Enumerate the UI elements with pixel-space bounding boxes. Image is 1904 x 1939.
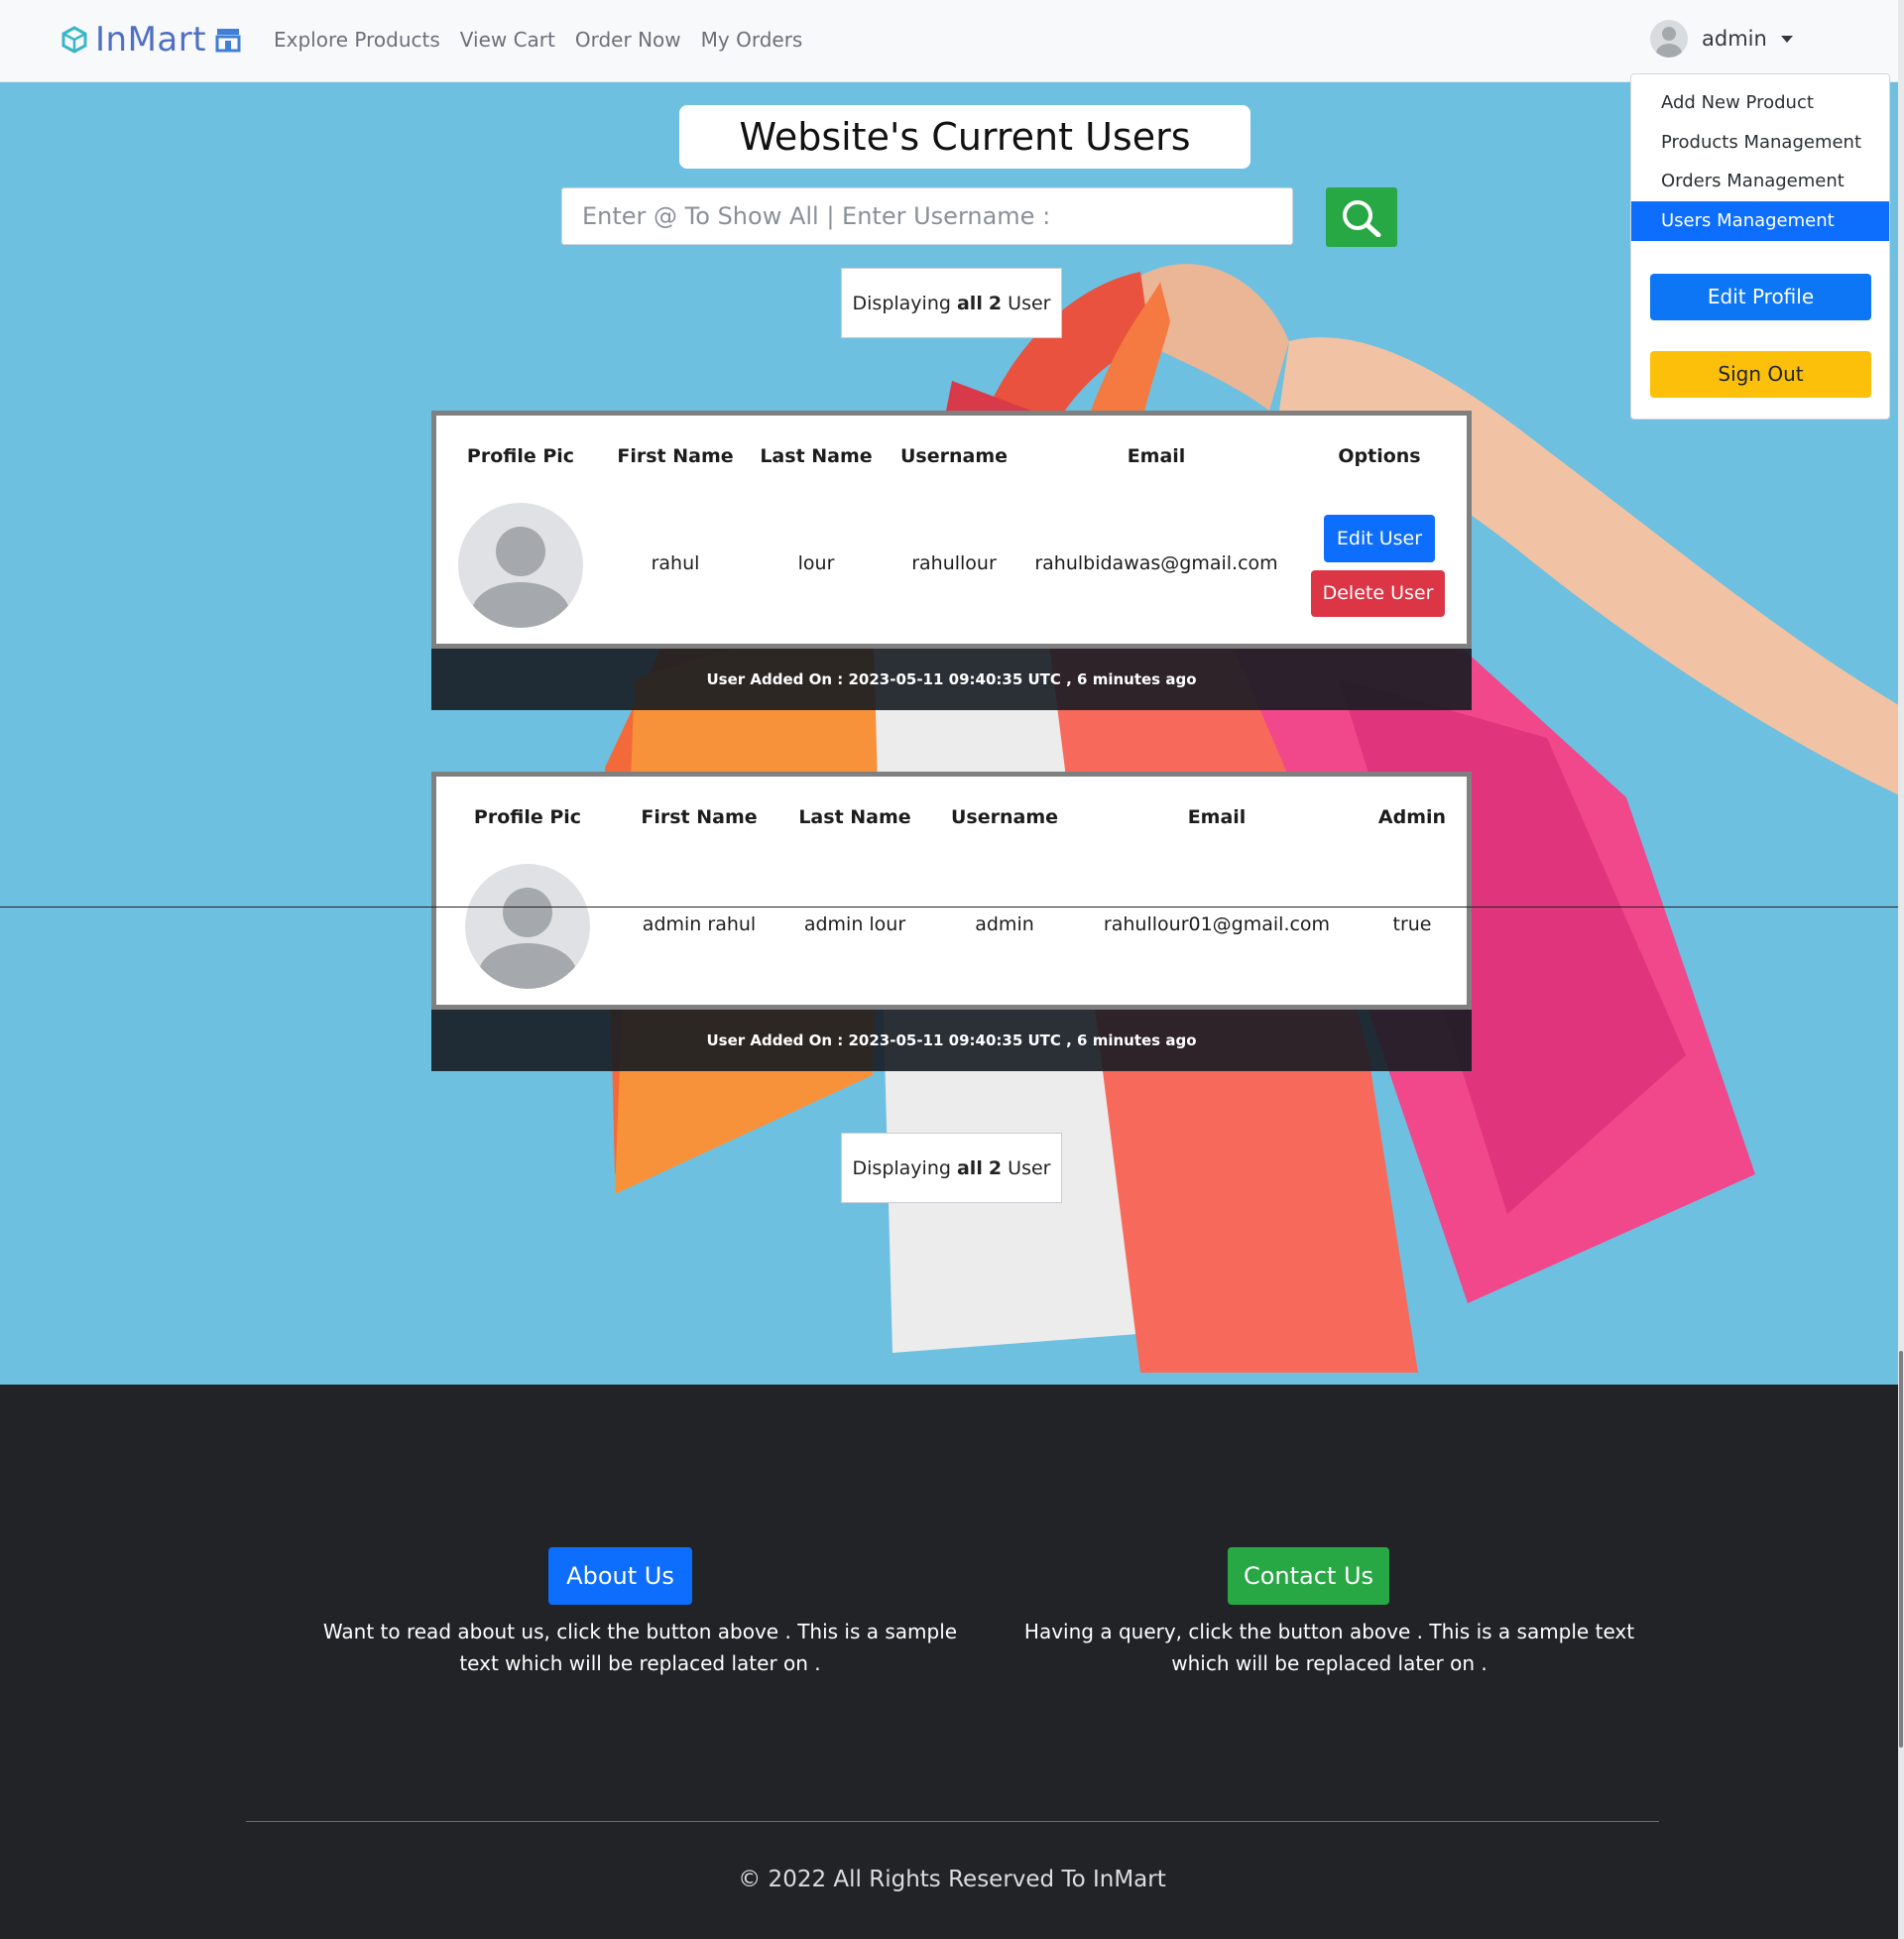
count-prefix: Displaying (852, 293, 951, 314)
header-options: Options (1338, 445, 1421, 467)
nav-view-cart[interactable]: View Cart (460, 28, 555, 52)
navbar: InMart Explore Products View Cart Order … (0, 0, 1904, 82)
footer: About Us Want to read about us, click th… (0, 1385, 1904, 1939)
cell-username: admin (975, 913, 1034, 935)
header-last-name: Last Name (798, 806, 911, 828)
header-username: Username (950, 806, 1059, 828)
user-card: Profile Pic First Name Last Name Usernam… (431, 411, 1472, 710)
edit-profile-button[interactable]: Edit Profile (1650, 274, 1871, 320)
header-profile-pic: Profile Pic (473, 806, 582, 828)
count-suffix: User (1008, 1157, 1051, 1179)
menu-item-products-management[interactable]: Products Management (1631, 123, 1889, 163)
profile-pic (465, 864, 590, 989)
cube-icon (61, 26, 87, 54)
count-number: 2 (988, 293, 1003, 314)
header-email: Email (1127, 445, 1186, 467)
page-title: Website's Current Users (679, 105, 1250, 169)
header-first-name: First Name (617, 445, 734, 467)
count-all: all (956, 293, 983, 314)
username-search-input[interactable] (561, 187, 1293, 245)
user-added-on: User Added On : 2023-05-11 09:40:35 UTC … (431, 649, 1472, 710)
edit-user-button[interactable]: Edit User (1324, 515, 1435, 562)
cell-admin: true (1392, 913, 1432, 935)
count-prefix: Displaying (852, 1157, 951, 1179)
divider-line (0, 907, 1904, 908)
header-first-name: First Name (641, 806, 758, 828)
delete-user-button[interactable]: Delete User (1311, 570, 1445, 617)
nav-explore-products[interactable]: Explore Products (274, 28, 440, 52)
user-dropdown-menu: Add New Product Products Management Orde… (1630, 73, 1890, 420)
user-count-bottom: Displaying all 2 User (841, 1133, 1062, 1203)
header-username: Username (899, 445, 1009, 467)
count-number: 2 (988, 1157, 1003, 1179)
cell-username: rahullour (911, 552, 997, 574)
user-added-on: User Added On : 2023-05-11 09:40:35 UTC … (431, 1010, 1472, 1071)
user-table: Profile Pic First Name Last Name Usernam… (431, 411, 1472, 649)
footer-divider (246, 1821, 1659, 1822)
sign-out-button[interactable]: Sign Out (1650, 351, 1871, 398)
brand-name: InMart (95, 20, 207, 60)
cell-last-name: lour (797, 552, 835, 574)
nav-links: Explore Products View Cart Order Now My … (274, 28, 802, 52)
cell-email: rahullour01@gmail.com (1103, 913, 1331, 935)
brand-logo[interactable]: InMart (61, 20, 242, 60)
cell-last-name: admin lour (803, 913, 906, 935)
count-all: all (956, 1157, 983, 1179)
cell-first-name: admin rahul (642, 913, 757, 935)
menu-item-orders-management[interactable]: Orders Management (1631, 162, 1889, 201)
user-card: Profile Pic First Name Last Name Usernam… (431, 772, 1472, 1071)
user-table: Profile Pic First Name Last Name Usernam… (431, 772, 1472, 1010)
search-icon (1343, 200, 1381, 237)
copyright-text: © 2022 All Rights Reserved To InMart (738, 1867, 1166, 1892)
header-last-name: Last Name (760, 445, 873, 467)
header-email: Email (1187, 806, 1247, 828)
about-us-button[interactable]: About Us (548, 1547, 692, 1605)
user-menu-toggle[interactable]: admin (1650, 20, 1793, 58)
page-scrollbar-thumb[interactable] (1899, 1351, 1903, 1748)
count-suffix: User (1008, 293, 1051, 314)
profile-pic (458, 503, 583, 628)
user-name: admin (1702, 27, 1767, 51)
search-button[interactable] (1326, 187, 1397, 247)
header-profile-pic: Profile Pic (466, 445, 575, 467)
contact-us-text: Having a query, click the button above .… (1023, 1620, 1635, 1675)
about-us-text: Want to read about us, click the button … (322, 1620, 958, 1675)
menu-item-users-management[interactable]: Users Management (1631, 201, 1889, 241)
header-admin: Admin (1377, 806, 1447, 828)
store-icon (215, 29, 241, 53)
cell-email: rahulbidawas@gmail.com (1034, 552, 1278, 574)
nav-order-now[interactable]: Order Now (575, 28, 681, 52)
user-avatar (1650, 20, 1688, 58)
caret-down-icon (1780, 35, 1793, 43)
contact-us-button[interactable]: Contact Us (1228, 1547, 1389, 1605)
nav-my-orders[interactable]: My Orders (701, 28, 803, 52)
menu-item-add-new-product[interactable]: Add New Product (1631, 83, 1889, 123)
user-count-top: Displaying all 2 User (841, 268, 1062, 338)
cell-first-name: rahul (651, 552, 700, 574)
